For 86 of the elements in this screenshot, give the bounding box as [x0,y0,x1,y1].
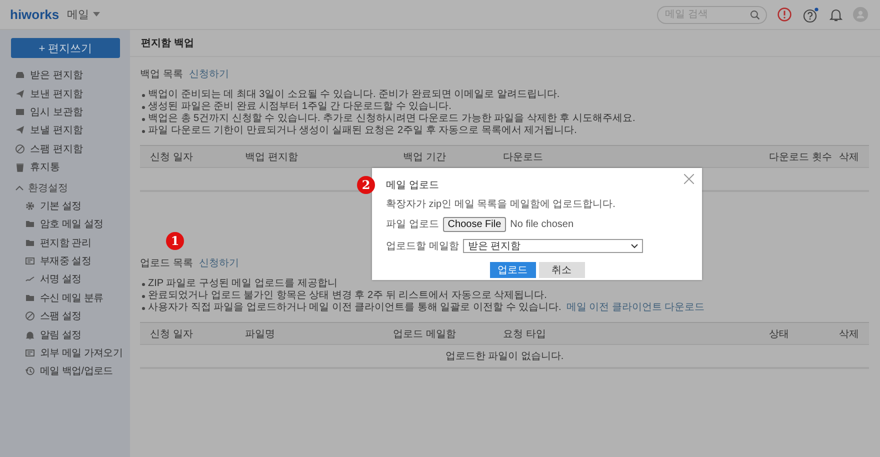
dialog-title: 메일 업로드 [386,179,440,192]
bullet-icon [142,94,145,96]
gear-icon [25,200,35,211]
bell-icon[interactable] [829,7,843,22]
note-text: 파일 다운로드 기한이 만료되거나 생성이 실패된 요청은 2주일 후 자동으로 목록에서 제거됩니다. [148,125,577,137]
ban-icon [15,144,25,154]
mailbox-item[interactable]: 휴지통 [11,158,128,176]
field-label: 파일 업로드 [386,218,439,231]
request-link[interactable]: 신청하기 [188,67,229,81]
box-icon [15,106,25,117]
plane-icon [15,125,25,136]
upload-button[interactable]: 업로드 [490,262,536,278]
settings-item[interactable]: 편지함 관리 [11,234,128,252]
bullet-icon [142,282,145,286]
settings-item[interactable]: 메일 백업/업로드 [11,362,128,381]
ban-icon [25,311,35,322]
chevron-icon [15,184,24,191]
compose-button[interactable]: + 편지쓰기 [11,38,120,58]
clock-icon [25,366,35,376]
caret-icon [93,12,100,17]
logo[interactable]: hiworks [10,7,60,22]
alert-icon[interactable] [777,7,792,22]
download-link[interactable]: 메일 이전 클라이언트 다운로드 [566,302,705,314]
bullet-icon [142,130,145,132]
column-header: 백업 편지함 [245,150,299,164]
page-title: 편지함 백업 [141,37,194,50]
folder-icon [25,292,35,303]
settings-item[interactable]: 외부 메일 가져오기 [11,344,128,362]
section-title: 백업 목록 [140,68,183,81]
note-text: ZIP 파일로 구성된 메일 업로드를 제공합니 [148,278,338,290]
bullet-icon [142,294,145,298]
close-icon[interactable] [684,174,694,184]
column-header: 파일명 [245,328,276,340]
note-text: 백업이 준비되는 데 최대 3일이 소요될 수 있습니다. 준비가 완료되면 이메일로 알려드립니다. [148,89,560,101]
field-label: 업로드할 메일함 [386,240,459,253]
folder-select[interactable]: 받은 편지함 [462,239,643,253]
note-text: 생성된 파일은 준비 완료 시점부터 1주일 간 다운로드할 수 있습니다. [148,101,452,113]
mailbox-item[interactable]: 받은 편지함 [11,66,128,84]
settings-item[interactable]: 기본 설정 [11,196,128,216]
bullet-icon [142,106,145,108]
bullet-icon [142,306,145,310]
settings-toggle[interactable]: 환경설정 [15,180,68,195]
app-menu[interactable]: 메일 [67,7,100,22]
choose-file-button[interactable]: Choose File [442,216,506,232]
settings-item[interactable]: 서명 설정 [11,270,128,289]
column-header: 신청 일자 [150,328,194,340]
settings-item[interactable]: 수신 메일 분류 [11,288,128,308]
column-header: 삭제 [839,328,860,340]
search-icon [750,10,760,20]
trash-icon [15,162,25,172]
column-header: 다운로드 횟수 [769,150,833,164]
column-header: 업로드 메일함 [393,328,457,340]
request-link[interactable]: 신청하기 [198,256,239,270]
column-header: 백업 기간 [403,150,447,164]
note-text: 백업은 총 5건까지 신청할 수 있습니다. 추가로 신청하시려면 다운로드 가능한 파일을 삭제한 후 시도해주세요. [148,113,636,125]
card-icon [25,256,35,266]
bell-icon [25,330,35,340]
mailbox-item[interactable]: 보낸 편지함 [11,84,128,103]
folder-icon [25,219,35,230]
folder-icon [25,238,35,248]
settings-item[interactable]: 스팸 설정 [11,307,128,326]
card-icon [25,348,35,358]
section-title: 업로드 목록 [140,257,193,270]
empty-message: 업로드한 파일이 없습니다. [445,350,564,363]
column-header: 삭제 [839,150,860,164]
cancel-button[interactable]: 취소 [538,262,584,278]
settings-item[interactable]: 부재중 설정 [11,252,128,270]
mailbox-item[interactable]: 임시 보관함 [11,102,128,122]
column-header: 다운로드 [503,150,544,164]
step-badge: 1 [166,232,184,250]
tray-icon [15,70,25,80]
caret-icon [630,244,638,248]
help-icon[interactable] [802,6,819,22]
mailbox-item[interactable]: 보낼 편지함 [11,121,128,140]
plane-icon [15,88,25,99]
note-text: 사용자가 직접 파일을 업로드하거나 메일 이전 클라이언트를 통해 일괄로 이전할 수 있습니다. [148,302,562,314]
bullet-icon [142,118,145,120]
mailbox-item[interactable]: 스팸 편지함 [11,140,128,158]
note-text: 완료되었거나 업로드 불가인 항목은 상태 변경 후 2주 뒤 리스트에서 자동으로 삭제됩니다. [148,290,547,302]
settings-item[interactable]: 알림 설정 [11,325,128,344]
column-header: 요청 타입 [503,328,547,340]
column-header: 상태 [769,328,790,340]
file-status: No file chosen [510,218,574,230]
column-header: 신청 일자 [150,150,194,164]
settings-item[interactable]: 암호 메일 설정 [11,215,128,234]
dialog-description: 확장자가 zip인 메일 목록을 메일함에 업로드합니다. [386,198,616,210]
